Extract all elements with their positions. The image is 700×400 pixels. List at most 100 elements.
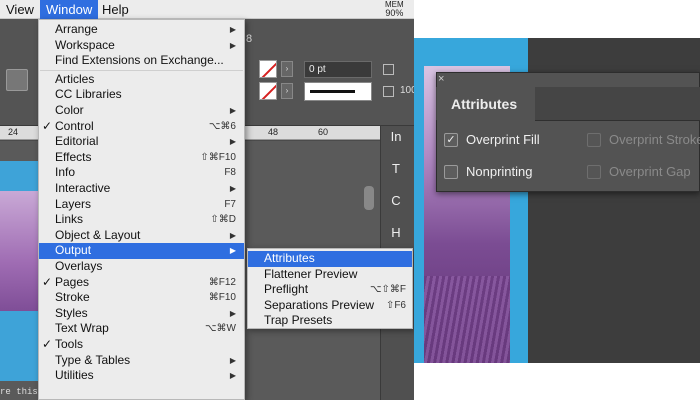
info-panel-icon[interactable]: In	[385, 126, 407, 148]
submenu-arrow-icon: ▶	[229, 371, 236, 381]
submenu-item-label: Preflight	[264, 282, 309, 297]
submenu-arrow-icon: ▶	[229, 184, 236, 193]
stroke-type-select[interactable]	[304, 82, 372, 101]
menu-item-overlays[interactable]: Overlays	[39, 259, 244, 275]
menu-item-workspace[interactable]: Workspace ▶	[39, 38, 244, 54]
menu-item-shortcut: ⌥⌘W	[205, 323, 236, 335]
menu-bar: View Window Help MEM 90%	[0, 0, 414, 19]
type-panel-icon[interactable]: T	[385, 158, 407, 180]
menu-item-label: Editorial	[55, 134, 99, 149]
submenu-item-attributes[interactable]: Attributes	[248, 251, 412, 267]
menu-item-label: Links	[55, 212, 84, 227]
menu-item-articles[interactable]: Articles	[39, 72, 244, 88]
menu-item-shortcut: ⇧⌘F10	[200, 151, 236, 163]
submenu-item-preflight[interactable]: Preflight ⌥⇧⌘F	[248, 282, 412, 298]
reference-point-icon[interactable]	[6, 69, 28, 91]
menu-item-label: Articles	[55, 71, 95, 86]
menu-item-label: Stroke	[55, 290, 90, 305]
menu-item-links[interactable]: Links ⇧⌘D	[39, 212, 244, 228]
color-panel-icon[interactable]: C	[385, 190, 407, 212]
submenu-item-shortcut: ⇧F6	[385, 299, 406, 311]
submenu-item-label: Attributes	[264, 251, 315, 265]
vertical-scrollbar[interactable]	[364, 186, 374, 210]
menu-item-shortcut: ⇧⌘D	[210, 214, 236, 226]
overprint-gap-label: Overprint Gap	[609, 164, 691, 179]
attributes-panel-tab[interactable]: Attributes	[437, 87, 535, 122]
submenu-arrow-icon: ▶	[229, 230, 236, 240]
submenu-item-flattener-preview[interactable]: Flattener Preview	[248, 267, 412, 283]
menu-item-info[interactable]: Info F8	[39, 165, 244, 181]
overprint-fill-label: Overprint Fill	[466, 132, 540, 147]
memory-indicator: MEM 90%	[385, 1, 404, 18]
menu-item-arrange[interactable]: Arrange ▶	[39, 22, 244, 38]
menu-item-label: Utilities	[55, 368, 94, 383]
overprint-gap-checkbox[interactable]	[587, 165, 601, 179]
submenu-item-label: Flattener Preview	[264, 266, 358, 281]
menu-item-label: Arrange	[55, 22, 98, 36]
menu-item-tools[interactable]: ✓ Tools	[39, 337, 244, 353]
menu-item-label: Workspace	[55, 37, 115, 52]
menu-item-label: Object & Layout	[55, 227, 141, 242]
menu-item-label: Type & Tables	[55, 352, 131, 367]
scale-icon[interactable]	[383, 86, 394, 97]
menu-item-shortcut: ⌘F10	[208, 292, 236, 304]
menu-item-text-wrap[interactable]: Text Wrap ⌥⌘W	[39, 321, 244, 337]
menu-item-label: Color	[55, 103, 84, 117]
menu-item-type-tables[interactable]: Type & Tables ▶	[39, 353, 244, 369]
menu-item-stroke[interactable]: Stroke ⌘F10	[39, 290, 244, 306]
menu-item-label: Interactive	[55, 181, 111, 195]
menu-item-styles[interactable]: Styles ▶	[39, 306, 244, 322]
menu-item-shortcut: ⌘F12	[208, 276, 236, 288]
menu-item-editorial[interactable]: Editorial ▶	[39, 134, 244, 150]
memory-value: 90%	[385, 8, 404, 18]
menu-item-label: Info	[55, 165, 76, 180]
submenu-arrow-icon: ▶	[229, 355, 236, 365]
menu-item-label: Layers	[55, 196, 92, 211]
submenu-item-shortcut: ⌥⇧⌘F	[369, 284, 406, 296]
menu-item-find-extensions-on-exchange[interactable]: Find Extensions on Exchange...	[39, 53, 244, 69]
menu-item-cc-libraries[interactable]: CC Libraries	[39, 87, 244, 103]
overprint-stroke-label: Overprint Stroke	[609, 132, 700, 147]
menu-item-layers[interactable]: Layers F7	[39, 197, 244, 213]
menu-item-object-layout[interactable]: Object & Layout ▶	[39, 228, 244, 244]
menu-item-effects[interactable]: Effects ⇧⌘F10	[39, 150, 244, 166]
fill-menu-arrow-icon[interactable]: ›	[281, 61, 293, 77]
menu-item-pages[interactable]: ✓ Pages ⌘F12	[39, 275, 244, 291]
submenu-item-trap-presets[interactable]: Trap Presets	[248, 313, 412, 329]
menu-window[interactable]: Window	[40, 0, 99, 19]
page-thumbnail	[0, 161, 40, 381]
menu-item-interactive[interactable]: Interactive ▶	[39, 181, 244, 197]
nonprinting-checkbox[interactable]	[444, 165, 458, 179]
ruler-tick: 24	[8, 127, 19, 137]
fill-swatch-icon[interactable]	[259, 60, 277, 78]
document-tab-number[interactable]: 8	[246, 33, 252, 45]
menu-item-label: Find Extensions on Exchange...	[55, 53, 224, 68]
menu-item-label: Effects	[55, 149, 92, 164]
overprint-stroke-checkbox[interactable]	[587, 133, 601, 147]
menu-item-utilities[interactable]: Utilities ▶	[39, 368, 244, 384]
ruler-tick: 60	[318, 127, 329, 137]
close-icon[interactable]: ×	[438, 74, 444, 85]
menu-item-color[interactable]: Color ▶	[39, 103, 244, 119]
menu-item-control[interactable]: ✓ Control ⌥⌘6	[39, 119, 244, 135]
menu-item-label: Output	[55, 243, 92, 258]
checkmark-icon: ✓	[42, 118, 53, 133]
stroke-menu-arrow-icon[interactable]: ›	[281, 83, 293, 99]
menu-item-shortcut: ⌥⌘6	[208, 120, 236, 132]
stroke-weight-input[interactable]: 0 pt	[304, 61, 372, 78]
stroke-swatch-icon[interactable]	[259, 82, 277, 100]
frame-icon[interactable]	[383, 64, 394, 75]
menu-view[interactable]: View	[0, 0, 40, 19]
menu-separator	[40, 69, 243, 71]
scale-value[interactable]: 100	[400, 85, 414, 96]
output-submenu: Attributes Flattener Preview Preflight ⌥⇧⌘F…	[247, 248, 413, 329]
menu-item-label: Tools	[55, 337, 84, 351]
submenu-arrow-icon: ▶	[229, 308, 236, 318]
submenu-item-separations-preview[interactable]: Separations Preview ⇧F6	[248, 298, 412, 314]
menu-item-label: Styles	[55, 305, 88, 320]
ruler-tick: 48	[268, 127, 279, 137]
hyperlinks-panel-icon[interactable]: H	[385, 222, 407, 244]
overprint-fill-checkbox[interactable]: ✓	[444, 133, 458, 147]
menu-help[interactable]: Help	[96, 0, 135, 19]
menu-item-output[interactable]: Output ▶	[39, 243, 244, 259]
